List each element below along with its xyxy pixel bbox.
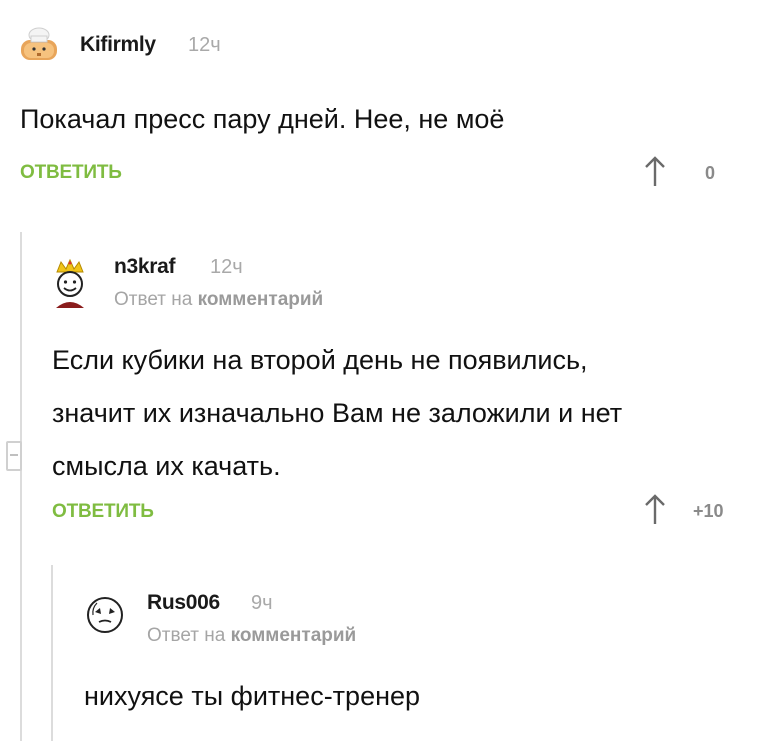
reply-to-label: Ответ на комментарий [147, 625, 356, 647]
reply-to-prefix: Ответ на [147, 625, 226, 646]
face-avatar-icon [87, 597, 123, 633]
arrow-up-icon[interactable] [643, 154, 667, 193]
rating-score: +10 [693, 501, 724, 521]
avatar-rus006[interactable] [84, 594, 126, 636]
toast-avatar-icon [21, 27, 57, 60]
username[interactable]: n3kraf [114, 255, 176, 279]
comment-text: нихуясе ты фитнес-тренер [84, 681, 421, 711]
username[interactable]: Rus006 [147, 591, 220, 615]
reply-to-prefix: Ответ на [114, 289, 193, 310]
timestamp: 9ч [251, 592, 273, 614]
reply-to-label: Ответ на комментарий [114, 289, 323, 311]
timestamp: 12ч [210, 256, 243, 278]
reply-button[interactable]: ОТВЕТИТЬ [20, 162, 122, 184]
comment-text: Если кубики на второй день не появились,… [52, 334, 622, 493]
reply-button[interactable]: ОТВЕТИТЬ [52, 501, 154, 523]
reply-to-link[interactable]: комментарий [198, 289, 324, 310]
crowned-face-avatar-icon [56, 258, 84, 308]
rating-score: 0 [705, 163, 716, 183]
collapse-thread-icon[interactable] [6, 441, 22, 471]
comment-text-line: смысла их качать. [52, 451, 281, 481]
reply-to-link[interactable]: комментарий [231, 625, 357, 646]
comment-text-line: Если кубики на второй день не появились, [52, 345, 588, 375]
arrow-up-icon[interactable] [643, 492, 667, 531]
avatar-kifirmly[interactable] [17, 22, 61, 66]
timestamp: 12ч [188, 34, 221, 56]
thread-line [20, 232, 22, 741]
thread-line [51, 565, 53, 741]
avatar-n3kraf[interactable] [48, 258, 92, 310]
username[interactable]: Kifirmly [80, 33, 156, 57]
comment-text: Покачал пресс пару дней. Нее, не моё [20, 104, 505, 134]
comment-text-line: значит их изначально Вам не заложили и н… [52, 398, 623, 428]
